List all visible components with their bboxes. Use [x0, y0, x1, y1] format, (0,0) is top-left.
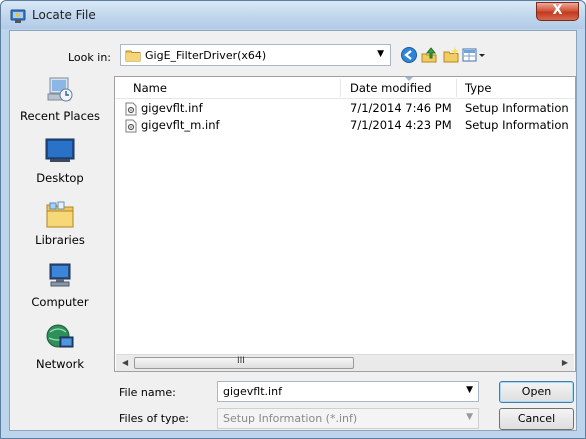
table-row[interactable]: gigevflt.inf 7/1/2014 7:46 PM Setup Info… — [115, 100, 575, 117]
sort-indicator-icon — [405, 77, 413, 81]
folder-icon — [125, 50, 141, 62]
app-icon — [10, 9, 26, 23]
place-network[interactable]: Network — [10, 323, 110, 383]
place-label: Recent Places — [20, 109, 100, 123]
place-label: Libraries — [35, 233, 85, 247]
chevron-down-icon[interactable]: ▼ — [466, 385, 473, 395]
scrollbar-thumb[interactable]: III — [134, 356, 354, 369]
open-button[interactable]: Open — [499, 381, 574, 403]
locate-file-dialog: Locate File X Look in: GigE_FilterDriver… — [0, 0, 586, 439]
place-label: Network — [35, 357, 85, 371]
column-header-name[interactable]: Name — [133, 81, 167, 95]
place-recent-places[interactable]: Recent Places — [10, 75, 110, 135]
table-row[interactable]: gigevflt_m.inf 7/1/2014 4:23 PM Setup In… — [115, 117, 575, 134]
file-name-cell: gigevflt.inf — [141, 101, 203, 115]
file-type-value: Setup Information (*.inf) — [223, 412, 358, 425]
file-name-value: gigevflt.inf — [223, 385, 282, 398]
new-folder-icon[interactable] — [442, 46, 460, 64]
file-list[interactable]: Name Date modified Type gigevflt.inf 7/1… — [114, 76, 576, 372]
chevron-down-icon: ▼ — [466, 412, 473, 422]
file-type-cell: Setup Information — [465, 118, 569, 132]
look-in-label: Look in: — [68, 51, 111, 64]
scrollbar-grip: III — [237, 356, 245, 366]
scroll-left-icon[interactable]: ◀ — [122, 358, 128, 367]
file-list-header: Name Date modified Type — [115, 77, 575, 99]
title-bar[interactable]: Locate File X — [1, 1, 585, 29]
recent-places-icon — [47, 77, 73, 102]
file-type-cell: Setup Information — [465, 101, 569, 115]
column-divider[interactable] — [340, 79, 341, 97]
file-name-cell: gigevflt_m.inf — [141, 118, 220, 132]
up-folder-icon[interactable] — [420, 46, 438, 64]
place-libraries[interactable]: Libraries — [10, 199, 110, 259]
horizontal-scrollbar[interactable]: ◀ III ▶ — [116, 354, 574, 371]
close-button[interactable]: X — [536, 2, 579, 21]
column-divider[interactable] — [456, 79, 457, 97]
view-menu-icon[interactable] — [462, 46, 486, 64]
close-icon: X — [552, 3, 563, 18]
file-date-cell: 7/1/2014 7:46 PM — [350, 101, 452, 115]
file-name-field[interactable]: gigevflt.inf ▼ — [217, 381, 479, 402]
places-bar: Recent Places Desktop Libraries Computer… — [10, 75, 110, 385]
look-in-dropdown[interactable]: GigE_FilterDriver(x64) ▼ — [120, 44, 391, 66]
chevron-down-icon: ▼ — [377, 49, 384, 59]
place-label: Computer — [31, 295, 89, 309]
place-desktop[interactable]: Desktop — [10, 137, 110, 197]
place-label: Desktop — [36, 171, 84, 185]
window-title: Locate File — [32, 8, 96, 22]
back-icon[interactable] — [400, 46, 418, 64]
inf-file-icon — [125, 119, 137, 133]
column-header-date-modified[interactable]: Date modified — [350, 81, 432, 95]
place-computer[interactable]: Computer — [10, 261, 110, 321]
scroll-right-icon[interactable]: ▶ — [562, 358, 568, 367]
file-type-dropdown[interactable]: Setup Information (*.inf) ▼ — [217, 408, 479, 429]
file-type-label: Files of type: — [119, 412, 190, 425]
cancel-button[interactable]: Cancel — [499, 408, 574, 430]
look-in-value: GigE_FilterDriver(x64) — [145, 49, 267, 62]
inf-file-icon — [125, 102, 137, 116]
network-icon — [46, 324, 74, 348]
libraries-icon — [46, 201, 74, 228]
dialog-body: Look in: GigE_FilterDriver(x64) ▼ Recent… — [9, 30, 577, 431]
column-header-type[interactable]: Type — [465, 81, 491, 95]
computer-icon — [49, 263, 71, 287]
desktop-icon — [45, 138, 75, 162]
file-name-label: File name: — [119, 386, 176, 399]
file-date-cell: 7/1/2014 4:23 PM — [350, 118, 452, 132]
